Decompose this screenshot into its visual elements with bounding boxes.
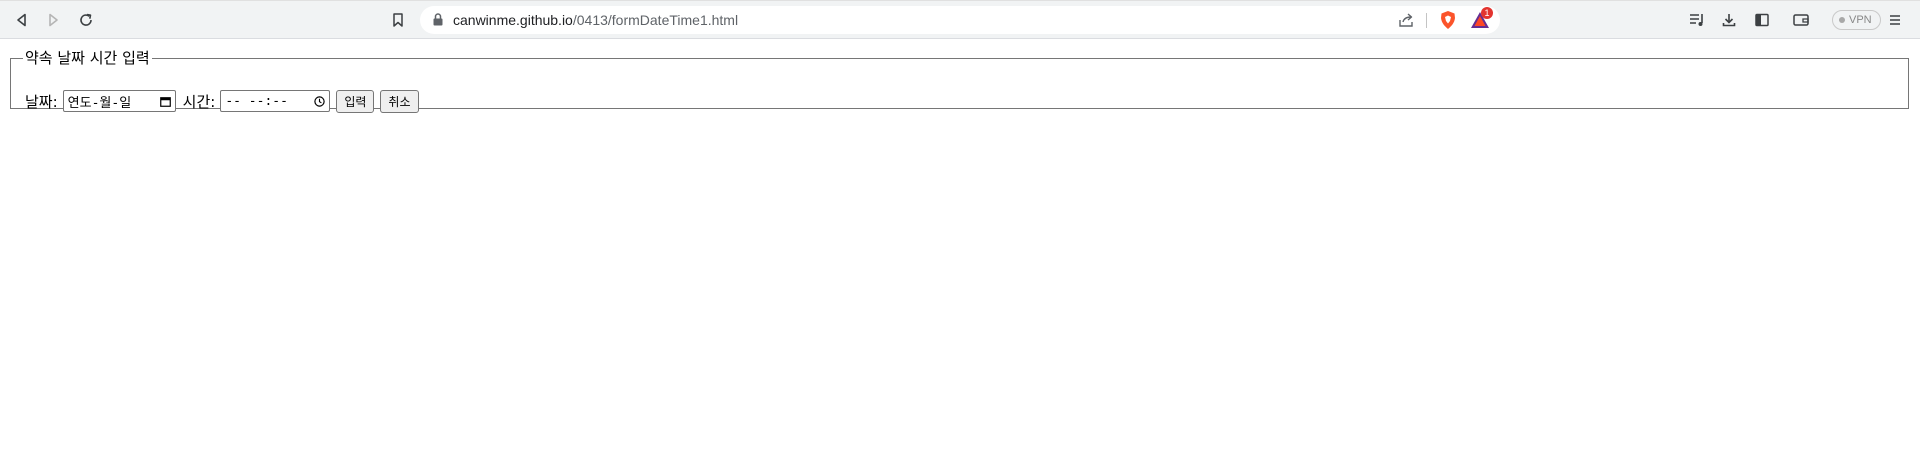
time-placeholder: -- --:-- bbox=[225, 93, 288, 109]
reset-button[interactable]: 취소 bbox=[380, 89, 419, 113]
forward-icon[interactable] bbox=[41, 8, 65, 32]
bookmark-icon[interactable] bbox=[386, 8, 410, 32]
clock-icon[interactable] bbox=[314, 95, 326, 107]
address-bar[interactable]: canwinme.github.io/0413/formDateTime1.ht… bbox=[420, 6, 1500, 34]
brave-rewards-icon[interactable]: 1 bbox=[1470, 7, 1493, 34]
playlist-icon[interactable] bbox=[1685, 8, 1709, 32]
wallet-icon[interactable] bbox=[1789, 8, 1813, 32]
fieldset-legend: 약속 날짜 시간 입력 bbox=[25, 49, 150, 67]
url-text[interactable]: canwinme.github.io/0413/formDateTime1.ht… bbox=[453, 12, 738, 28]
share-icon[interactable] bbox=[1397, 11, 1415, 33]
reload-icon[interactable] bbox=[74, 8, 98, 32]
url-path: /0413/formDateTime1.html bbox=[572, 12, 739, 28]
form-row: 날짜: 연도-월-일 시간: -- --:-- 입력 취소 bbox=[25, 89, 425, 113]
rewards-badge: 1 bbox=[1481, 7, 1493, 19]
date-placeholder: 연도-월-일 bbox=[67, 95, 132, 111]
browser-toolbar: canwinme.github.io/0413/formDateTime1.ht… bbox=[0, 0, 1920, 39]
appointment-fieldset: 약속 날짜 시간 입력 날짜: 연도-월-일 시간: -- --:-- 입력 취… bbox=[10, 49, 1909, 113]
date-label: 날짜: bbox=[25, 92, 58, 111]
date-input[interactable]: 연도-월-일 bbox=[62, 90, 176, 112]
time-input[interactable]: -- --:-- bbox=[220, 90, 331, 112]
sidebar-icon[interactable] bbox=[1750, 8, 1774, 32]
download-icon[interactable] bbox=[1717, 8, 1741, 32]
vpn-label: VPN bbox=[1849, 14, 1872, 26]
brave-shields-icon[interactable] bbox=[1438, 10, 1458, 34]
page-content: 약속 날짜 시간 입력 날짜: 연도-월-일 시간: -- --:-- 입력 취… bbox=[0, 40, 1920, 468]
time-label: 시간: bbox=[182, 92, 216, 111]
menu-icon[interactable] bbox=[1883, 8, 1907, 32]
tab-strip-edge bbox=[0, 0, 1920, 1]
vpn-status-dot bbox=[1839, 17, 1845, 23]
lock-icon[interactable] bbox=[432, 12, 444, 31]
vpn-button[interactable]: VPN bbox=[1832, 10, 1881, 30]
back-icon[interactable] bbox=[10, 8, 34, 32]
calendar-icon[interactable] bbox=[159, 96, 171, 107]
url-host: canwinme.github.io bbox=[453, 12, 573, 28]
omnibox-divider bbox=[1426, 13, 1427, 28]
submit-button[interactable]: 입력 bbox=[336, 89, 375, 113]
